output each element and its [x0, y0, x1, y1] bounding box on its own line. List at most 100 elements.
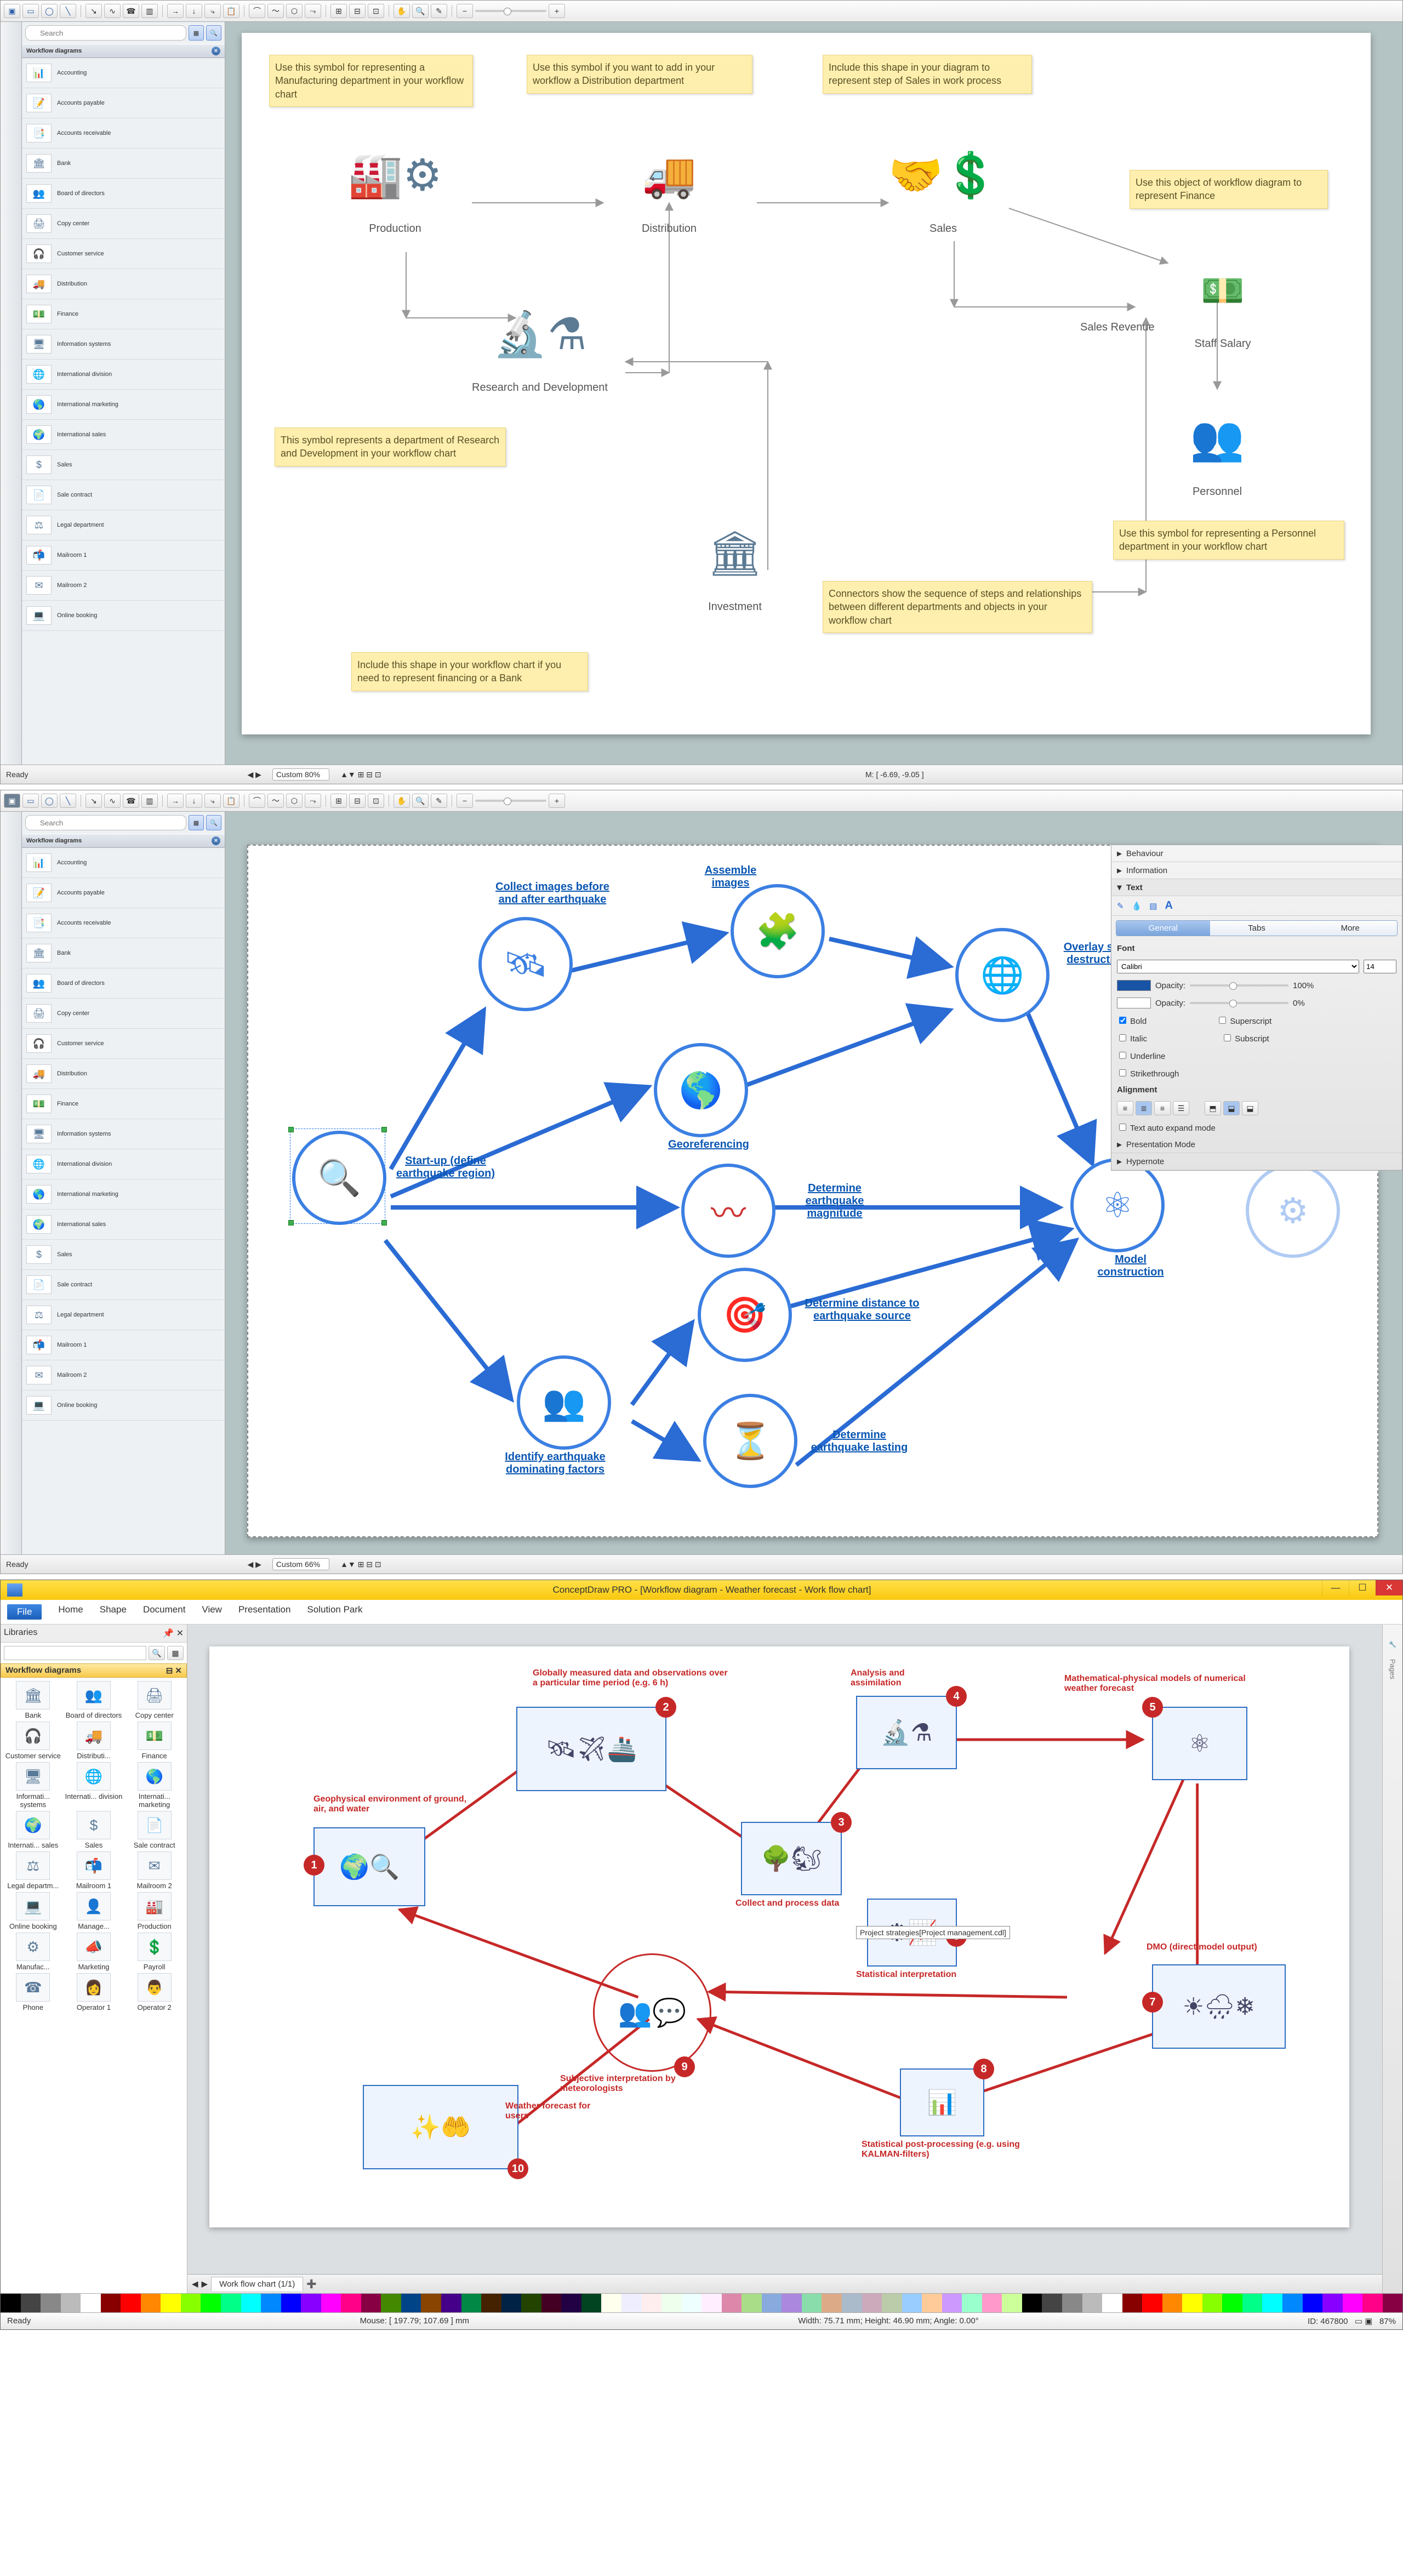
zoom-slider[interactable] [475, 10, 546, 12]
eyedropper-tool[interactable]: ✎ [431, 4, 447, 18]
library-item[interactable]: ✉Mailroom 2 [125, 1851, 184, 1890]
library-item[interactable]: 🖨Copy center [125, 1681, 184, 1719]
paste-tool[interactable]: 📋 [223, 4, 239, 18]
library-item[interactable]: 📑Accounts receivable [22, 908, 225, 938]
color-swatch[interactable] [1062, 2294, 1082, 2312]
color-swatch[interactable] [702, 2294, 722, 2312]
tab-prev[interactable]: ◀ [192, 2279, 198, 2289]
color-swatch[interactable] [561, 2294, 581, 2312]
color-swatch[interactable] [1362, 2294, 1383, 2312]
color-swatch[interactable] [441, 2294, 461, 2312]
font-icon[interactable]: A [1165, 899, 1172, 912]
phone-shape[interactable]: ☎ [123, 4, 139, 18]
color-swatch[interactable] [742, 2294, 762, 2312]
library-item[interactable]: 📬Mailroom 1 [22, 1330, 225, 1360]
valign-top[interactable]: ⬒ [1205, 1101, 1221, 1115]
rect-tool[interactable]: ▭ [22, 4, 39, 18]
library-item[interactable]: 📣Marketing [65, 1933, 123, 1971]
cb-super[interactable]: Superscript [1217, 1015, 1271, 1026]
library-header[interactable]: Workflow diagrams × [22, 834, 225, 848]
bezier-tool[interactable]: ⤳ [305, 4, 321, 18]
library-item[interactable]: 📑Accounts receivable [22, 118, 225, 149]
curve-tool[interactable]: ∿ [104, 794, 121, 808]
library-item[interactable]: $Sales [22, 450, 225, 480]
arrow-tool-3[interactable]: ⤷ [204, 794, 221, 808]
menu-view[interactable]: View [202, 1604, 222, 1620]
color-swatch[interactable] [1002, 2294, 1022, 2312]
grid-button[interactable]: ▦ [167, 1646, 184, 1660]
library-header[interactable]: Workflow diagrams × [22, 44, 225, 58]
wf-node-3[interactable]: 🌳🐿3 [741, 1822, 842, 1895]
node-investment[interactable]: 🏛Investment [680, 510, 790, 613]
library-item[interactable]: 👥Board of directors [22, 968, 225, 999]
close-icon[interactable]: × [212, 836, 220, 845]
library-item[interactable]: 🏛Bank [4, 1681, 62, 1719]
color-swatch[interactable] [81, 2294, 101, 2312]
fill-icon[interactable]: ▤ [1149, 901, 1157, 911]
reload-button[interactable]: 🔍 [206, 25, 221, 41]
color-swatch[interactable] [181, 2294, 201, 2312]
library-item[interactable]: 💵Finance [22, 299, 225, 329]
zoom-select[interactable]: Custom 80% [272, 768, 329, 780]
library-item[interactable]: 👤Manage... [65, 1892, 123, 1930]
poly-tool[interactable]: ⬡ [286, 4, 303, 18]
color-swatch[interactable] [481, 2294, 501, 2312]
pointer-tool[interactable]: ▣ [4, 794, 20, 808]
color-swatch[interactable] [661, 2294, 682, 2312]
color-swatch[interactable] [121, 2294, 141, 2312]
color-swatch[interactable] [241, 2294, 261, 2312]
maximize-button[interactable]: ☐ [1349, 1580, 1376, 1595]
library-item[interactable]: 📝Accounts payable [22, 878, 225, 908]
phone-shape[interactable]: ☎ [123, 794, 139, 808]
menu-presentation[interactable]: Presentation [238, 1604, 290, 1620]
library-item[interactable]: 🖥Informati... systems [4, 1762, 62, 1809]
hand-tool[interactable]: ✋ [393, 794, 410, 808]
library-search[interactable] [25, 815, 186, 830]
library-item[interactable]: ⚙Manufac... [4, 1933, 62, 1971]
color-swatch[interactable] [601, 2294, 621, 2312]
library-item[interactable]: 🌐International division [22, 1149, 225, 1179]
color-swatch[interactable] [862, 2294, 882, 2312]
library-item[interactable]: $Sales [22, 1240, 225, 1270]
node-georef[interactable]: 🌎Georeferencing [654, 1043, 748, 1137]
color-swatch[interactable] [521, 2294, 541, 2312]
spline-tool[interactable]: 〜 [267, 4, 284, 18]
cb-autoexpand[interactable]: Text auto expand mode [1117, 1122, 1216, 1133]
canvas[interactable]: Use this symbol for representing a Manuf… [225, 22, 1402, 765]
color-swatch[interactable] [722, 2294, 742, 2312]
color-swatch[interactable] [361, 2294, 381, 2312]
wf-node-5[interactable]: ⚛5 [1152, 1707, 1247, 1780]
ellipse-tool[interactable]: ◯ [41, 4, 58, 18]
bezier-tool[interactable]: ⤳ [305, 794, 321, 808]
color-swatch[interactable] [1282, 2294, 1303, 2312]
node-staff-salary[interactable]: 💵Staff Salary [1168, 247, 1277, 350]
library-item[interactable]: 🌍International sales [22, 420, 225, 450]
node-distribution[interactable]: 🚚Distribution [614, 132, 724, 235]
rect-tool[interactable]: ▭ [22, 794, 39, 808]
zoom-slider[interactable] [475, 800, 546, 802]
color-swatch[interactable] [221, 2294, 241, 2312]
library-item[interactable]: 🌐Internati... division [65, 1762, 123, 1809]
grid-view-button[interactable]: ▦ [189, 815, 204, 830]
library-item[interactable]: 🎧Customer service [22, 1029, 225, 1059]
color-swatch[interactable] [822, 2294, 842, 2312]
color-swatch[interactable] [1222, 2294, 1242, 2312]
tab-next[interactable]: ▶ [202, 2279, 208, 2289]
spline-tool[interactable]: 〜 [267, 794, 284, 808]
color-swatch[interactable] [281, 2294, 301, 2312]
library-item[interactable]: 🌎International marketing [22, 390, 225, 420]
arrow-tool-2[interactable]: ↓ [186, 794, 202, 808]
library-item[interactable]: 💻Online booking [4, 1892, 62, 1930]
wf-node-7[interactable]: ☀🌧❄7 [1152, 1964, 1286, 2049]
cb-underline[interactable]: Underline [1117, 1050, 1165, 1061]
zoom-in[interactable]: + [549, 794, 565, 808]
arrow-down[interactable]: ↓ [186, 4, 202, 18]
wf-node-9[interactable]: 👥💬9 [593, 1953, 711, 2072]
cb-sub[interactable]: Subscript [1222, 1033, 1269, 1044]
connector-tool[interactable]: ↘ [85, 794, 102, 808]
align-center[interactable]: ≣ [1136, 1101, 1152, 1115]
layout-3[interactable]: ⊡ [368, 794, 384, 808]
font-select[interactable]: Calibri [1117, 960, 1359, 973]
menu-home[interactable]: Home [58, 1604, 83, 1620]
zoom-out[interactable]: − [457, 4, 473, 18]
